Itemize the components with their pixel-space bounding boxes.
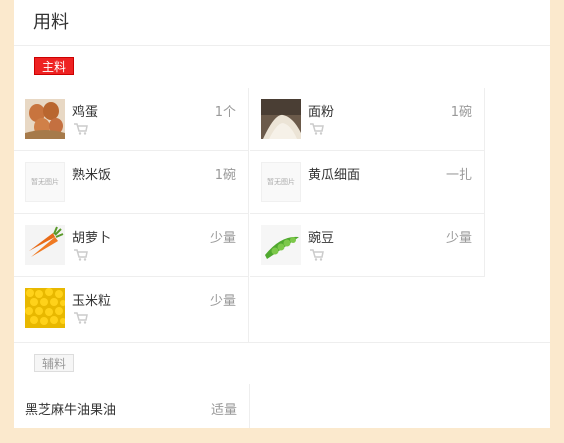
divider [14, 45, 550, 46]
carrot-image [25, 225, 65, 265]
ingredient-name: 黄瓜细面 [308, 168, 361, 183]
ingredients-panel: 用料 主料 鸡蛋 1个 面粉 1碗 暂无图片 熟米饭 1碗 暂无图片 黄瓜细面 … [14, 0, 550, 428]
page-title: 用料 [33, 12, 69, 33]
aux-ingredients-tag: 辅料 [34, 354, 75, 372]
no-image-placeholder: 暂无图片 [25, 162, 65, 202]
shopping-cart-icon[interactable] [310, 249, 324, 261]
shopping-cart-icon[interactable] [74, 123, 88, 135]
divider [14, 342, 550, 343]
ingredient-item[interactable]: 玉米粒 少量 [14, 277, 249, 342]
ingredient-amount: 少量 [209, 231, 236, 246]
ingredient-item[interactable]: 鸡蛋 1个 [14, 88, 249, 151]
ingredient-item[interactable]: 暂无图片 黄瓜细面 一扎 [250, 151, 485, 214]
shopping-cart-icon[interactable] [74, 312, 88, 324]
peas-image [261, 225, 301, 265]
flour-image [261, 99, 301, 139]
ingredient-name: 鸡蛋 [72, 105, 99, 120]
ingredient-amount: 少量 [209, 294, 236, 309]
ingredient-amount: 1碗 [450, 105, 472, 120]
no-image-placeholder: 暂无图片 [261, 162, 301, 202]
ingredient-name: 黑芝麻牛油果油 [25, 403, 117, 418]
ingredient-name: 豌豆 [308, 231, 335, 246]
corn-image [25, 288, 65, 328]
ingredient-name: 熟米饭 [72, 168, 112, 183]
ingredient-item[interactable]: 暂无图片 熟米饭 1碗 [14, 151, 249, 214]
eggs-image [25, 99, 65, 139]
ingredient-item[interactable]: 豌豆 少量 [250, 214, 485, 277]
ingredient-item[interactable]: 黑芝麻牛油果油 适量 [14, 384, 250, 428]
shopping-cart-icon[interactable] [310, 123, 324, 135]
shopping-cart-icon[interactable] [74, 249, 88, 261]
ingredient-name: 胡萝卜 [72, 231, 112, 246]
ingredient-amount: 少量 [445, 231, 472, 246]
ingredient-amount: 一扎 [445, 168, 472, 183]
ingredient-amount: 1碗 [214, 168, 236, 183]
ingredient-amount: 1个 [214, 105, 236, 120]
ingredient-amount: 适量 [210, 403, 237, 418]
ingredient-item[interactable]: 面粉 1碗 [250, 88, 485, 151]
ingredient-name: 面粉 [308, 105, 335, 120]
ingredient-item[interactable]: 胡萝卜 少量 [14, 214, 249, 277]
ingredient-name: 玉米粒 [72, 294, 112, 309]
main-ingredients-tag: 主料 [34, 57, 75, 75]
